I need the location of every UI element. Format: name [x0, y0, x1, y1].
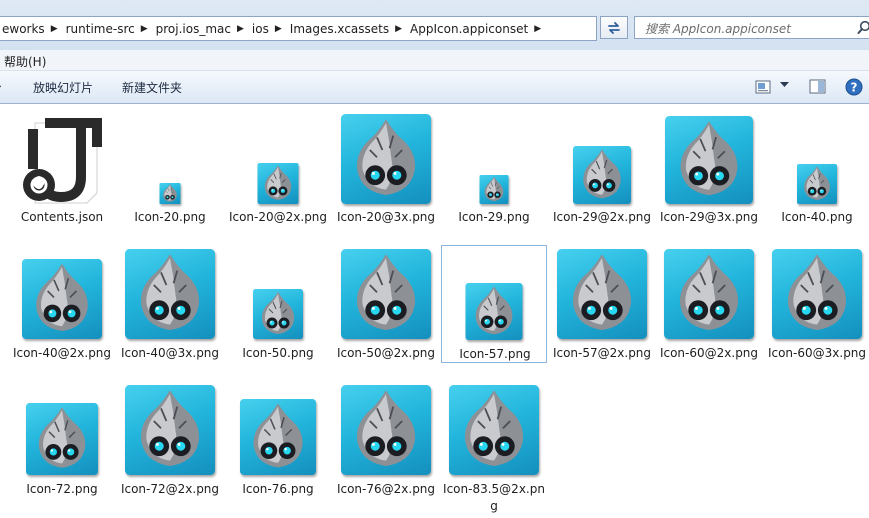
file-name: Icon-20@3x.png	[336, 210, 436, 224]
breadcrumb-item[interactable]: eworks	[0, 22, 49, 36]
file-item[interactable]: Icon-57@2x.png	[549, 245, 655, 363]
cocos-app-icon	[341, 249, 431, 339]
cocos-app-icon	[772, 249, 862, 339]
cocos-app-icon	[664, 249, 754, 339]
file-item[interactable]: Icon-60@2x.png	[656, 245, 762, 363]
cocos-app-icon	[253, 289, 303, 339]
breadcrumb-separator-icon[interactable]: ▶	[532, 24, 543, 34]
breadcrumb[interactable]: eworks ▶ runtime-src ▶ proj.ios_mac ▶ io…	[0, 16, 597, 41]
file-item[interactable]: Icon-83.5@2x.png	[441, 381, 547, 513]
file-name: Icon-40@3x.png	[120, 346, 220, 360]
file-item-selected[interactable]: Icon-57.png	[441, 245, 547, 363]
view-dropdown-icon[interactable]	[780, 82, 789, 88]
file-name: Icon-57@2x.png	[552, 346, 652, 360]
breadcrumb-item[interactable]: ios	[246, 22, 273, 36]
search-input[interactable]	[643, 18, 857, 39]
file-name: Icon-57.png	[459, 347, 531, 361]
file-name: Icon-40.png	[781, 210, 853, 224]
file-item[interactable]: Icon-60@3x.png	[764, 245, 869, 363]
file-item[interactable]: Icon-40@3x.png	[117, 245, 223, 363]
file-item[interactable]: Icon-76.png	[225, 381, 331, 499]
cocos-app-icon	[125, 249, 215, 339]
search-icon[interactable]	[857, 20, 869, 35]
file-name: Icon-29@3x.png	[659, 210, 759, 224]
breadcrumb-item[interactable]: runtime-src	[60, 22, 139, 36]
file-item[interactable]: Icon-29@3x.png	[656, 109, 762, 227]
cocos-app-icon	[341, 385, 431, 475]
cocos-app-icon	[797, 164, 837, 204]
file-item[interactable]: Icon-29.png	[441, 109, 547, 227]
breadcrumb-separator-icon[interactable]: ▶	[235, 24, 246, 34]
search-box[interactable]	[634, 16, 869, 39]
breadcrumb-item[interactable]: AppIcon.appiconset	[404, 22, 532, 36]
refresh-icon	[608, 21, 620, 34]
command-overflow-icon[interactable]: ›	[0, 79, 2, 93]
cocos-app-icon	[557, 249, 647, 339]
file-item[interactable]: Icon-40@2x.png	[9, 245, 115, 363]
cocos-app-icon	[573, 146, 631, 204]
cocos-app-icon	[159, 183, 181, 204]
cocos-app-icon	[341, 114, 431, 204]
file-name: Icon-60@3x.png	[767, 346, 867, 360]
file-item[interactable]: Icon-29@2x.png	[549, 109, 655, 227]
json-file-icon	[23, 118, 102, 204]
svg-text:?: ?	[851, 81, 858, 95]
cocos-app-icon	[449, 385, 539, 475]
file-name: Icon-40@2x.png	[12, 346, 112, 360]
file-name: Icon-20.png	[134, 210, 206, 224]
file-name: Icon-29.png	[458, 210, 530, 224]
breadcrumb-separator-icon[interactable]: ▶	[139, 24, 150, 34]
command-bar: › 放映幻灯片 新建文件夹 ?	[0, 71, 869, 104]
file-item[interactable]: Contents.json	[9, 109, 115, 227]
file-name: Icon-50.png	[242, 346, 314, 360]
file-item[interactable]: Icon-50@2x.png	[333, 245, 439, 363]
new-folder-button[interactable]: 新建文件夹	[122, 79, 182, 96]
file-name: Icon-20@2x.png	[228, 210, 328, 224]
cocos-app-icon	[240, 399, 316, 475]
help-icon[interactable]: ?	[845, 78, 863, 96]
cocos-app-icon	[665, 116, 753, 204]
file-item[interactable]: Icon-76@2x.png	[333, 381, 439, 499]
file-list: Contents.json Icon-20.png Icon-20@2x.png…	[0, 104, 869, 518]
file-name: Icon-72@2x.png	[120, 482, 220, 496]
menu-help[interactable]: 帮助(H)	[4, 53, 46, 70]
file-name: Icon-29@2x.png	[552, 210, 652, 224]
file-name: Icon-60@2x.png	[659, 346, 759, 360]
cocos-app-icon	[257, 163, 299, 204]
preview-pane-icon[interactable]	[809, 79, 826, 94]
cocos-app-icon	[479, 175, 509, 204]
refresh-button[interactable]	[600, 16, 628, 39]
cocos-app-icon	[465, 283, 523, 340]
file-item[interactable]: Icon-40.png	[764, 109, 869, 227]
menu-bar: 帮助(H)	[0, 50, 869, 71]
file-item[interactable]: Icon-20@2x.png	[225, 109, 331, 227]
cocos-app-icon	[26, 403, 98, 475]
file-item[interactable]: Icon-50.png	[225, 245, 331, 363]
address-bar-row: eworks ▶ runtime-src ▶ proj.ios_mac ▶ io…	[0, 0, 869, 50]
breadcrumb-separator-icon[interactable]: ▶	[393, 24, 404, 34]
cocos-app-icon	[125, 385, 215, 475]
file-name: Icon-50@2x.png	[336, 346, 436, 360]
file-name: Contents.json	[20, 210, 104, 224]
file-item[interactable]: Icon-72@2x.png	[117, 381, 223, 499]
file-item[interactable]: Icon-20.png	[117, 109, 223, 227]
cocos-app-icon	[22, 259, 102, 339]
breadcrumb-item[interactable]: proj.ios_mac	[150, 22, 235, 36]
view-options-icon[interactable]	[755, 80, 771, 94]
breadcrumb-separator-icon[interactable]: ▶	[49, 24, 60, 34]
file-name: Icon-76@2x.png	[336, 482, 436, 496]
breadcrumb-item[interactable]: Images.xcassets	[284, 22, 393, 36]
slideshow-button[interactable]: 放映幻灯片	[33, 79, 93, 96]
file-name: Icon-72.png	[26, 482, 98, 496]
breadcrumb-separator-icon[interactable]: ▶	[273, 24, 284, 34]
file-item[interactable]: Icon-72.png	[9, 381, 115, 499]
file-name: Icon-83.5@2x.png	[443, 482, 545, 513]
file-item[interactable]: Icon-20@3x.png	[333, 109, 439, 227]
file-name: Icon-76.png	[242, 482, 314, 496]
